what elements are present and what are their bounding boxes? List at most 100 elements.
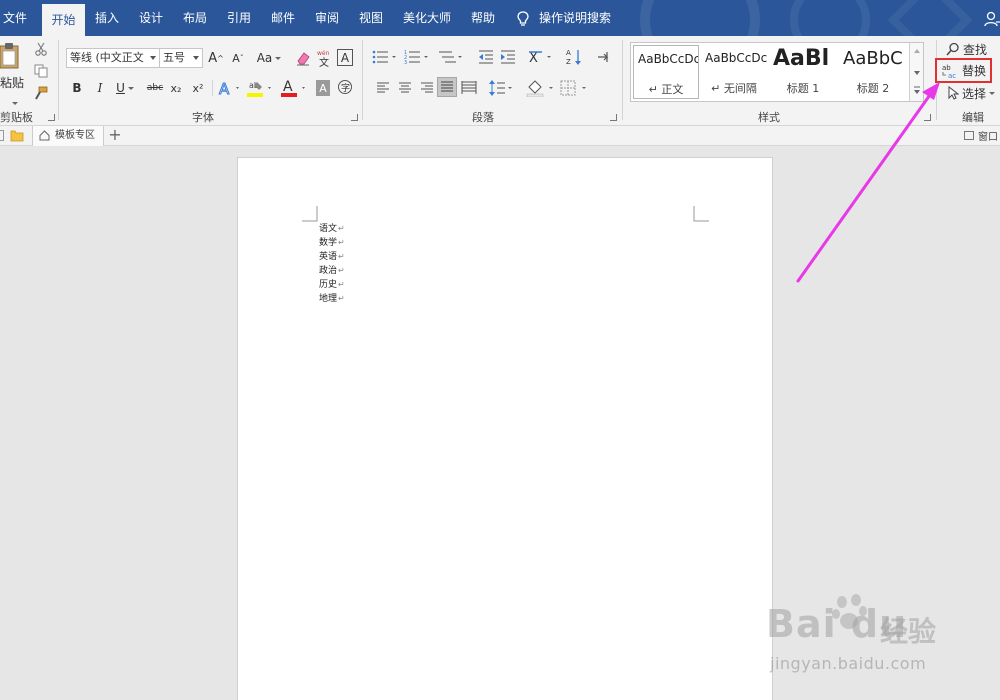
change-case-chevron-icon[interactable]: [275, 56, 282, 60]
document-line[interactable]: 数学↵: [319, 236, 345, 250]
lightbulb-icon[interactable]: [516, 11, 530, 27]
format-painter-icon[interactable]: [34, 86, 48, 100]
text-highlight-icon[interactable]: ab: [246, 78, 274, 98]
document-line[interactable]: 历史↵: [319, 278, 345, 292]
tab-review[interactable]: 审阅: [307, 0, 347, 36]
group-label-styles: 样式: [758, 111, 780, 124]
find-button[interactable]: 查找: [946, 40, 992, 58]
svg-text:3: 3: [404, 60, 407, 65]
subscript-button[interactable]: x₂: [168, 79, 184, 97]
tab-home[interactable]: 开始: [42, 4, 85, 36]
align-right-icon[interactable]: [420, 81, 434, 95]
line-spacing-icon[interactable]: [488, 79, 514, 97]
paragraph-mark-icon: ↵: [338, 238, 345, 247]
character-shading-button[interactable]: A: [316, 80, 330, 96]
bold-button[interactable]: B: [70, 79, 84, 97]
page-icon[interactable]: [0, 130, 4, 141]
gallery-scroll-arrows-icon[interactable]: [913, 47, 921, 97]
underline-chevron-icon[interactable]: [127, 86, 134, 90]
align-left-icon[interactable]: [376, 81, 390, 95]
character-border-button[interactable]: A: [337, 49, 353, 66]
font-row-divider: [212, 80, 213, 96]
italic-button[interactable]: I: [93, 79, 107, 97]
superscript-button[interactable]: x²: [190, 79, 206, 97]
shading-bucket-icon[interactable]: [526, 79, 556, 97]
tab-view[interactable]: 视图: [351, 0, 391, 36]
clear-formatting-eraser-icon[interactable]: [295, 50, 311, 66]
svg-text:Z: Z: [566, 58, 571, 66]
paragraph-dialog-launcher-icon[interactable]: [610, 114, 617, 121]
paragraph-mark-icon: ↵: [338, 224, 345, 233]
clipboard-dialog-launcher-icon[interactable]: [48, 114, 55, 121]
paste-clipboard-icon[interactable]: [0, 42, 22, 70]
multilevel-list-icon[interactable]: [438, 49, 464, 65]
document-line[interactable]: 英语↵: [319, 250, 345, 264]
bullets-list-icon[interactable]: [372, 49, 398, 65]
document-line[interactable]: 政治↵: [319, 264, 345, 278]
show-paragraph-marks-icon[interactable]: [596, 49, 610, 65]
sort-icon[interactable]: A Z: [566, 48, 584, 66]
svg-text:A: A: [219, 80, 230, 96]
chinese-layout-icon[interactable]: X: [528, 49, 554, 65]
underline-button[interactable]: U: [113, 79, 137, 97]
select-button[interactable]: 选择: [947, 84, 997, 102]
text-effects-icon[interactable]: A: [218, 80, 242, 96]
style-heading-1[interactable]: AaBl 标题 1: [769, 45, 837, 99]
borders-icon[interactable]: [560, 79, 590, 97]
line-text: 政治: [319, 266, 338, 276]
document-line[interactable]: 地理↵: [319, 292, 345, 306]
font-color-icon[interactable]: A: [280, 78, 308, 98]
style-heading-2[interactable]: AaBbC 标题 2: [839, 45, 907, 99]
font-dialog-launcher-icon[interactable]: [351, 114, 358, 121]
tab-beautify-master[interactable]: 美化大师: [397, 0, 457, 36]
svg-text:ab: ab: [942, 64, 951, 72]
change-case-button[interactable]: Aa: [255, 49, 283, 67]
styles-dialog-launcher-icon[interactable]: [924, 114, 931, 121]
tab-file[interactable]: 文件: [0, 0, 30, 36]
phonetic-guide-icon[interactable]: wén 文: [316, 49, 332, 67]
user-account-icon[interactable]: [984, 11, 1000, 27]
copy-icon[interactable]: [34, 64, 48, 78]
font-name-chevron-icon[interactable]: [150, 56, 156, 60]
numbering-list-icon[interactable]: 1 2 3: [404, 49, 430, 65]
align-center-icon[interactable]: [398, 81, 412, 95]
style-name: ↵ 正文: [648, 83, 684, 96]
replace-button[interactable]: ab ac 替换: [935, 58, 992, 83]
styles-gallery-scroller[interactable]: [909, 43, 923, 101]
tab-help[interactable]: 帮助: [463, 0, 503, 36]
tab-template-zone[interactable]: 模板专区: [32, 126, 104, 146]
strikethrough-button[interactable]: abc: [145, 79, 165, 97]
font-size-chevron-icon[interactable]: [193, 56, 199, 60]
folder-icon[interactable]: [10, 129, 24, 142]
tell-me-search[interactable]: 操作说明搜索: [539, 0, 611, 36]
menubar-decoration: [640, 0, 760, 36]
select-chevron-icon[interactable]: [989, 91, 996, 95]
window-layout-icon[interactable]: [964, 131, 974, 140]
increase-indent-icon[interactable]: [500, 49, 516, 65]
distributed-align-icon[interactable]: [461, 80, 477, 96]
tab-references[interactable]: 引用: [219, 0, 259, 36]
group-divider: [58, 40, 59, 120]
paste-dropdown-chevron-icon[interactable]: [9, 94, 18, 108]
add-tab-plus-icon[interactable]: +: [106, 127, 124, 145]
enclose-characters-icon[interactable]: 字: [337, 79, 353, 95]
paste-button[interactable]: 粘贴: [0, 74, 24, 90]
font-size-combo[interactable]: 五号: [159, 48, 203, 68]
decrease-indent-icon[interactable]: [478, 49, 494, 65]
grow-font-button[interactable]: A ^: [208, 49, 224, 67]
tab-layout[interactable]: 布局: [175, 0, 215, 36]
window-label[interactable]: 窗口: [978, 128, 998, 143]
style-no-spacing[interactable]: AaBbCcDc ↵ 无间隔: [701, 45, 767, 99]
svg-text:A: A: [566, 49, 571, 57]
style-normal[interactable]: AaBbCcDc ↵ 正文: [633, 45, 699, 99]
cut-scissors-icon[interactable]: [34, 42, 48, 56]
document-page[interactable]: 语文↵ 数学↵ 英语↵ 政治↵ 历史↵ 地理↵: [237, 157, 773, 700]
shrink-font-button[interactable]: Aˇ: [230, 49, 246, 67]
document-line[interactable]: 语文↵: [319, 222, 345, 236]
tab-design[interactable]: 设计: [131, 0, 171, 36]
tab-insert[interactable]: 插入: [87, 0, 127, 36]
font-name-combo[interactable]: 等线 (中文正文: [66, 48, 160, 68]
tab-mailings[interactable]: 邮件: [263, 0, 303, 36]
paragraph-mark-icon: ↵: [338, 252, 345, 261]
justify-button[interactable]: [437, 77, 457, 97]
